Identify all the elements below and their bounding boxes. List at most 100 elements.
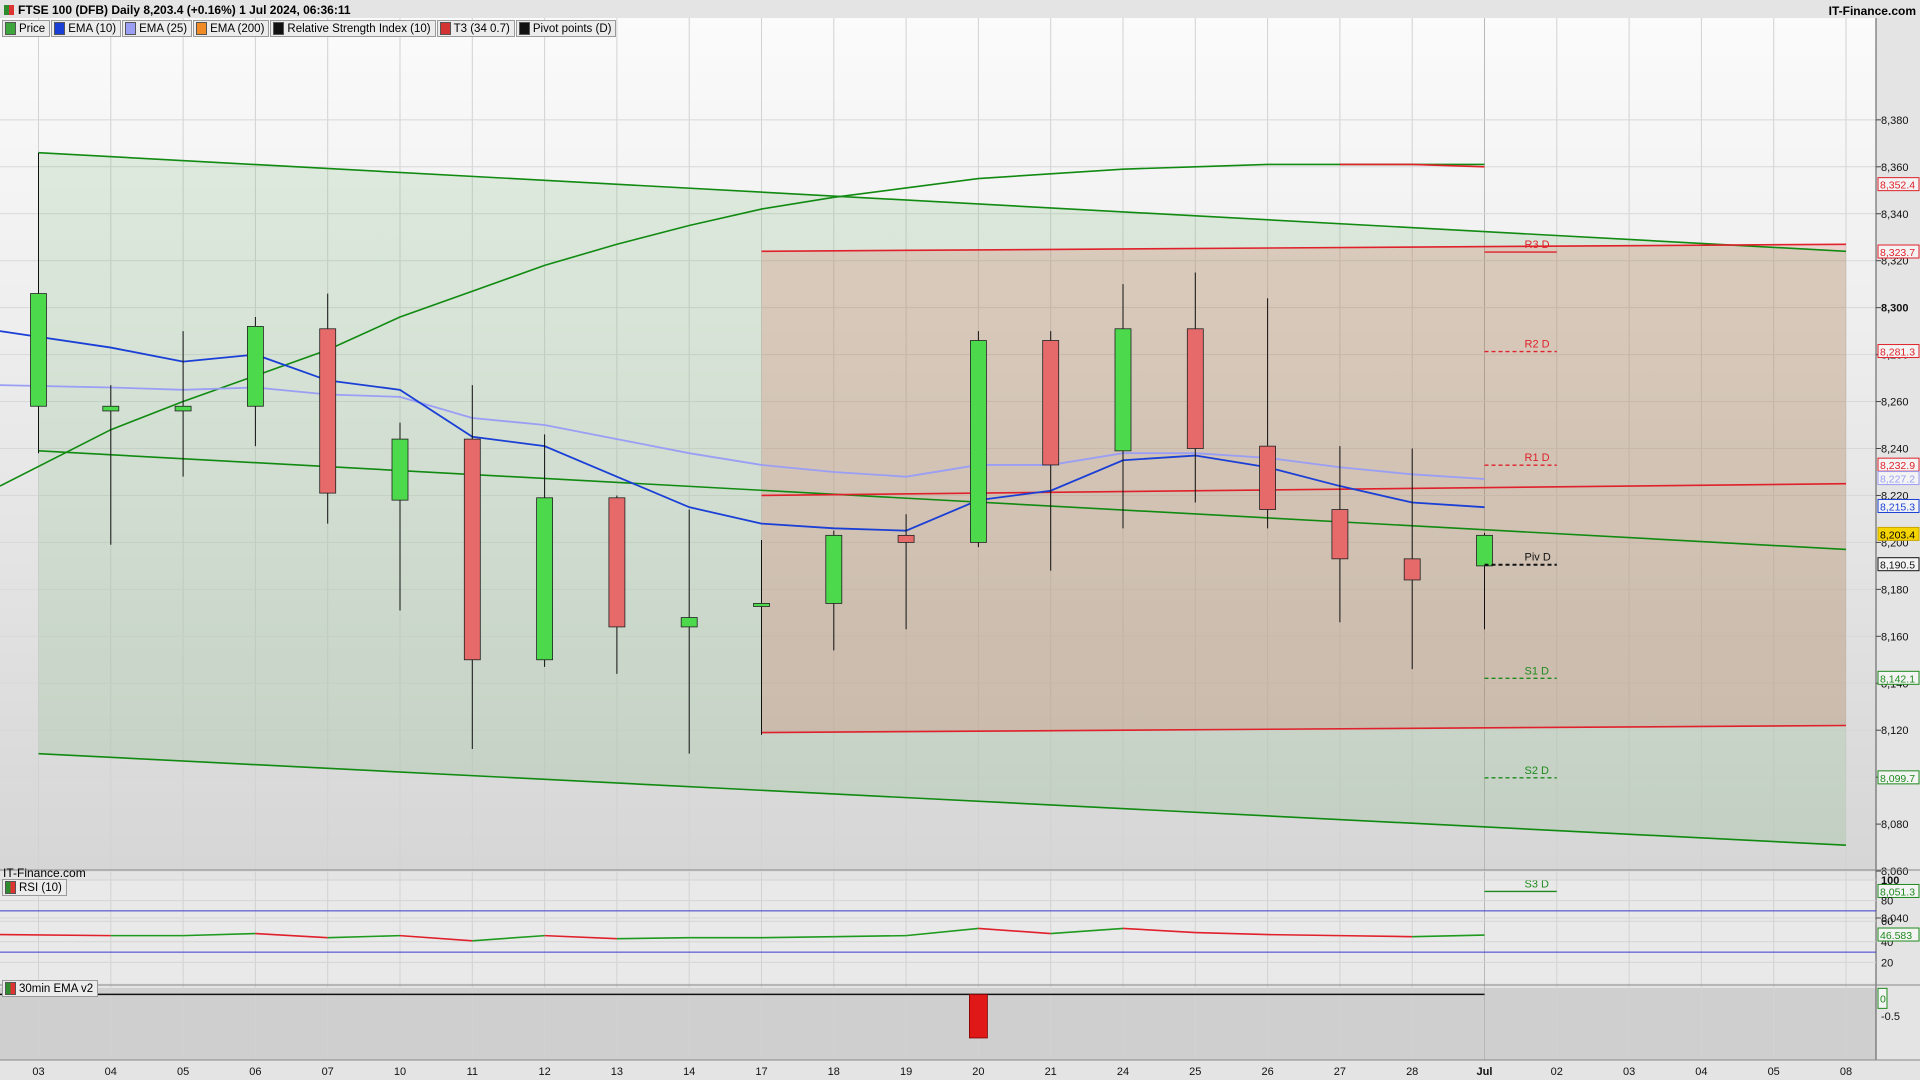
x-tick-label: 17	[755, 1066, 767, 1078]
x-tick-label: 07	[322, 1066, 334, 1078]
candle-up	[753, 603, 770, 607]
x-tick-label: 08	[1840, 1066, 1852, 1078]
price-tag-label: 8,227.2	[1880, 474, 1915, 486]
rsi-segment	[1339, 934, 1413, 938]
candle-up	[174, 405, 192, 412]
legend-item-3[interactable]: EMA (200)	[193, 20, 270, 37]
x-tick-label: 12	[538, 1066, 550, 1078]
legend-label: EMA (200)	[210, 22, 265, 35]
pivot-label: R1 D	[1525, 452, 1550, 464]
candle-down	[608, 497, 626, 628]
x-tick-label: 26	[1261, 1066, 1273, 1078]
y-tick-label: 8,260	[1881, 397, 1909, 409]
legend-item-0[interactable]: Price	[2, 20, 51, 37]
rsi-segment	[616, 936, 690, 940]
candle-down	[1403, 558, 1421, 581]
x-tick-label: 18	[828, 1066, 840, 1078]
chart-title: FTSE 100 (DFB) Daily 8,203.4 (+0.16%) 1 …	[4, 0, 351, 20]
x-tick-label: 10	[394, 1066, 406, 1078]
legend-item-6[interactable]: Pivot points (D)	[515, 20, 617, 37]
rsi-tick-label: 80	[1881, 896, 1893, 908]
price-tag-label: 8,215.3	[1880, 501, 1915, 513]
candle-down	[897, 534, 915, 543]
candle-down	[1186, 328, 1204, 449]
price-tag-label: 8,203.4	[1880, 529, 1915, 541]
pivot-label: S1 D	[1525, 665, 1550, 677]
candle-up	[246, 326, 264, 407]
legend-swatch-icon	[196, 22, 208, 35]
y-tick-label: 8,120	[1881, 725, 1909, 737]
rsi-segment	[1267, 933, 1340, 937]
box-fill	[761, 244, 1846, 733]
price-tag-label: 8,099.7	[1880, 773, 1915, 785]
x-tick-label: 13	[611, 1066, 623, 1078]
legend-item-1[interactable]: EMA (10)	[51, 20, 122, 37]
instrument-icon	[4, 5, 14, 15]
legend-item-2[interactable]: EMA (25)	[122, 20, 193, 37]
ema30-panel-label-text: 30min EMA v2	[19, 982, 94, 995]
candle-up	[1114, 328, 1132, 452]
x-tick-label: 19	[900, 1066, 912, 1078]
chart-window: 03 04 05 06 07 10 11 12 13 14 17 18 19 20 21 24 25 26 27 28…	[0, 0, 1920, 1080]
candle-up	[680, 617, 698, 628]
candle-up	[30, 293, 47, 407]
candle-down	[1259, 445, 1276, 510]
legend-label: Pivot points (D)	[532, 22, 612, 35]
pivot-label: R3 D	[1525, 239, 1550, 251]
y-tick-label: 8,340	[1881, 209, 1909, 221]
legend-swatch-icon	[54, 22, 66, 35]
rsi-value-tag: 46.583	[1880, 930, 1912, 942]
ema30-swatch-icon	[5, 982, 16, 995]
rsi-panel-label[interactable]: RSI (10)	[2, 879, 67, 896]
x-tick-label: 06	[249, 1066, 261, 1078]
x-tick-label: 28	[1406, 1066, 1418, 1078]
legend-swatch-icon	[5, 22, 16, 35]
y-tick-label: 8,180	[1881, 584, 1909, 596]
x-tick-label: 05	[1768, 1066, 1780, 1078]
price-tag-label: 8,323.7	[1880, 247, 1915, 259]
pivot-label: Piv D	[1525, 552, 1551, 564]
ema30-panel-label[interactable]: 30min EMA v2	[2, 980, 99, 997]
y-tick-label: 8,380	[1881, 115, 1909, 127]
pivot-label: S2 D	[1525, 765, 1550, 777]
x-tick-label: 03	[32, 1066, 44, 1078]
x-tick-label: 04	[105, 1066, 117, 1078]
candle-up	[536, 497, 553, 661]
legend-swatch-icon	[273, 22, 285, 35]
ema30-bar	[969, 993, 988, 1039]
legend-item-4[interactable]: Relative Strength Index (10)	[270, 20, 436, 37]
legend-item-5[interactable]: T3 (34 0.7)	[436, 20, 515, 37]
rsi-plot-background	[0, 880, 1876, 983]
candle-down	[319, 328, 337, 494]
x-tick-label: 03	[1623, 1066, 1635, 1078]
legend-swatch-icon	[125, 22, 137, 35]
rsi-segment	[761, 935, 834, 939]
candle-down	[463, 438, 481, 661]
x-tick-label: 02	[1551, 1066, 1563, 1078]
price-tag-label: 8,281.3	[1880, 347, 1915, 359]
candle-up	[102, 405, 120, 412]
legend-label: EMA (10)	[68, 22, 117, 35]
chart-title-text: FTSE 100 (DFB) Daily 8,203.4 (+0.16%) 1 …	[18, 3, 351, 17]
x-tick-label: 04	[1695, 1066, 1707, 1078]
price-tag-label: 8,352.4	[1880, 180, 1915, 192]
price-tag-label: 8,142.1	[1880, 673, 1915, 685]
legend-swatch-icon	[439, 22, 451, 35]
rsi-segment	[0, 933, 111, 937]
x-tick-label: 14	[683, 1066, 695, 1078]
pivot-label: R2 D	[1525, 339, 1550, 351]
brand-label: IT-Finance.com	[1828, 4, 1916, 18]
rsi-swatch-icon	[5, 881, 16, 894]
rsi-panel-label-text: RSI (10)	[19, 881, 62, 894]
rsi-tick-label: 20	[1881, 957, 1893, 969]
candle-down	[1042, 340, 1060, 466]
y-tick-label: 8,360	[1881, 162, 1909, 174]
trading-chart[interactable]: 03 04 05 06 07 10 11 12 13 14 17 18 19 20 21 24 25 26 27 28…	[0, 0, 1920, 1080]
price-tag-label: 8,232.9	[1880, 460, 1915, 472]
x-tick-label: 21	[1045, 1066, 1057, 1078]
x-tick-label: 24	[1117, 1066, 1129, 1078]
y-tick-label: 8,160	[1881, 631, 1909, 643]
legend-label: EMA (25)	[139, 22, 188, 35]
legend-swatch-icon	[518, 22, 530, 35]
x-tick-label: 20	[972, 1066, 984, 1078]
